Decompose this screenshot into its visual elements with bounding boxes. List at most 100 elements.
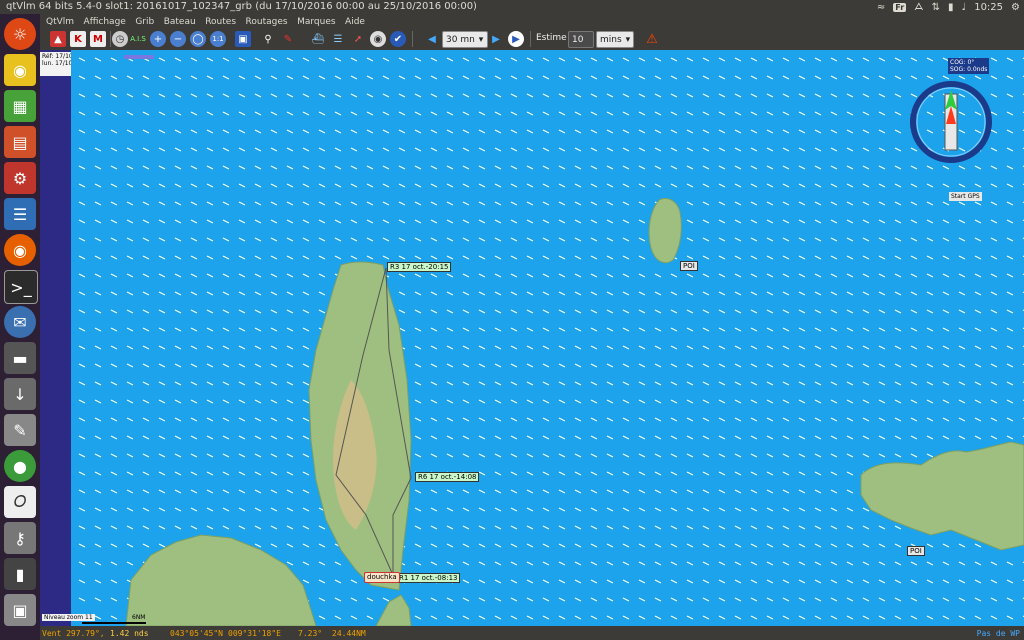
toolbar-separator xyxy=(412,31,413,47)
cog-value: COG: 0° xyxy=(950,59,975,66)
waypoint-r6[interactable]: R6 17 oct.-14:08 xyxy=(415,472,480,482)
ais-icon[interactable]: A.I.S xyxy=(130,31,146,47)
zoom-fit-icon[interactable]: ◯ xyxy=(190,31,206,47)
time-step-value: 30 mn xyxy=(446,34,475,45)
island-capraia xyxy=(648,198,682,264)
spreadsheet-icon[interactable]: ▦ xyxy=(4,90,36,122)
warning-icon[interactable]: ⚠ xyxy=(644,31,660,47)
estime-unit-select[interactable]: mins ▾ xyxy=(596,31,634,48)
poi-marker-capraia[interactable]: POI xyxy=(680,261,698,271)
land-layer xyxy=(125,198,1024,626)
wind-speed: 1.42 nds xyxy=(110,629,149,638)
island-south-coast xyxy=(125,534,317,626)
boat-icon[interactable]: ⛴ xyxy=(310,31,326,47)
terminal-icon[interactable]: >_ xyxy=(4,270,38,304)
keys-icon[interactable]: ⚷ xyxy=(4,522,36,554)
rhythmbox-icon[interactable]: ◉ xyxy=(4,54,36,86)
menu-aide[interactable]: Aide xyxy=(345,15,365,29)
island-elba xyxy=(860,441,1024,551)
window-title: qtVlm 64 bits 5.4-0 slot1: 20161017_1023… xyxy=(6,1,477,12)
ubuntu-launcher: ☼ ◉ ▦ ▤ ⚙ ☰ ◉ >_ ✉ ▬ ↓ ✎ ● 𝑂 ⚷ ▮ ▣ xyxy=(0,14,40,640)
chevron-down-icon: ▾ xyxy=(625,34,631,45)
menu-routes[interactable]: Routes xyxy=(205,15,236,29)
marker-k-icon[interactable]: K xyxy=(70,31,86,47)
left-strip xyxy=(40,50,71,626)
volume-icon[interactable]: ♩ xyxy=(961,2,966,13)
route-icon[interactable]: ☰ xyxy=(330,31,346,47)
trash-icon[interactable]: ▣ xyxy=(4,594,36,626)
battery-icon[interactable]: ▮ xyxy=(948,2,954,13)
thunderbird-icon[interactable]: ✉ xyxy=(4,306,36,338)
scale-bar xyxy=(82,622,146,624)
wind-direction: Vent 297.79°, xyxy=(42,629,105,638)
waypoint-r3[interactable]: R3 17 oct.-20:15 xyxy=(387,262,452,272)
toolbar-separator xyxy=(530,31,531,47)
notes-icon[interactable]: 𝑂 xyxy=(4,486,36,518)
toolbar-separator xyxy=(110,31,111,47)
estime-unit: mins xyxy=(600,34,622,45)
menu-grib[interactable]: Grib xyxy=(135,15,154,29)
globe-icon[interactable]: ● xyxy=(4,450,36,482)
scanner-icon[interactable]: ▬ xyxy=(4,342,36,374)
menu-qtvlm[interactable]: QtVlm xyxy=(46,15,74,29)
ais-label: A.I.S xyxy=(130,35,146,43)
menu-affichage[interactable]: Affichage xyxy=(84,15,126,29)
zoom-in-icon[interactable]: + xyxy=(150,31,166,47)
chevron-down-icon: ▾ xyxy=(478,34,484,45)
time-step-select[interactable]: 30 mn ▾ xyxy=(442,31,488,48)
system-top-bar: qtVlm 64 bits 5.4-0 slot1: 20161017_1023… xyxy=(0,0,1024,14)
vlm-icon[interactable]: ✔ xyxy=(390,31,406,47)
menu-bar: QtVlm Affichage Grib Bateau Routes Routa… xyxy=(40,14,1024,28)
status-bar: Vent 297.79°, 1.42 nds 043°05'45"N 009°3… xyxy=(40,626,1024,640)
longitude: 009°31'18"E xyxy=(228,629,281,638)
cog-readout: COG: 0° SOG: 0.0nds xyxy=(948,58,990,74)
zoom-out-icon[interactable]: − xyxy=(170,31,186,47)
select-zone-icon[interactable]: ▣ xyxy=(235,31,251,47)
gear-icon[interactable]: ⚙ xyxy=(1011,2,1020,13)
clock[interactable]: 10:25 xyxy=(974,2,1003,13)
clock-icon[interactable]: ◷ xyxy=(112,31,128,47)
estime-value-input[interactable]: 10 xyxy=(568,31,594,48)
bearing: 7.23° xyxy=(298,629,323,638)
waypoint-status: Pas de WP xyxy=(976,629,1020,638)
distance: 24.44NM xyxy=(332,629,366,638)
pencil-icon[interactable]: ✎ xyxy=(280,31,296,47)
sync-icon[interactable]: ◉ xyxy=(370,31,386,47)
latitude: 043°05'45"N xyxy=(170,629,223,638)
menu-routages[interactable]: Routages xyxy=(246,15,288,29)
waypoint-r1[interactable]: R1 17 oct.-08:13 xyxy=(396,573,461,583)
routing-icon[interactable]: ➚ xyxy=(350,31,366,47)
usb-drive-icon[interactable]: ▮ xyxy=(4,558,36,590)
step-forward-icon[interactable]: ▶ xyxy=(488,31,504,47)
estime-value: 10 xyxy=(572,34,584,45)
network-icon[interactable]: ⇅ xyxy=(932,2,940,13)
map-canvas[interactable]: R3 17 oct.-20:15 R6 17 oct.-14:08 R1 17 … xyxy=(71,50,1024,626)
estime-label: Estime xyxy=(536,33,567,43)
zoom-level: Niveau zoom 11 xyxy=(42,614,95,621)
installer-icon[interactable]: ↓ xyxy=(4,378,36,410)
scale-label: 6NM xyxy=(132,614,146,621)
ubuntu-logo-icon[interactable]: ☼ xyxy=(4,18,36,50)
editor-icon[interactable]: ✎ xyxy=(4,414,36,446)
step-back-icon[interactable]: ◀ xyxy=(424,31,440,47)
play-icon[interactable]: ▶ xyxy=(508,31,524,47)
lighthouse-icon[interactable]: ▲ xyxy=(50,31,66,47)
bluetooth-icon[interactable]: ᗋ xyxy=(914,2,923,13)
zoom-1-1-icon[interactable]: 1:1 xyxy=(210,31,226,47)
wifi-icon[interactable]: ≈ xyxy=(877,2,885,13)
system-tray: ≈ Fr ᗋ ⇅ ▮ ♩ 10:25 ⚙ xyxy=(877,0,1020,14)
document-icon[interactable]: ☰ xyxy=(4,198,36,230)
start-gps-button[interactable]: Start GPS xyxy=(949,192,982,201)
files-icon[interactable]: ▤ xyxy=(4,126,36,158)
poi-marker-elba[interactable]: POI xyxy=(907,546,925,556)
menu-bateau[interactable]: Bateau xyxy=(164,15,196,29)
magnifier-icon[interactable]: ⚲ xyxy=(260,31,276,47)
boat-label[interactable]: douchka xyxy=(364,572,400,583)
selection-marker xyxy=(124,55,154,59)
compass-rose[interactable] xyxy=(909,80,993,164)
firefox-icon[interactable]: ◉ xyxy=(4,234,36,266)
settings-icon[interactable]: ⚙ xyxy=(4,162,36,194)
keyboard-layout-indicator[interactable]: Fr xyxy=(893,2,907,12)
marker-m-icon[interactable]: M xyxy=(90,31,106,47)
menu-marques[interactable]: Marques xyxy=(297,15,335,29)
